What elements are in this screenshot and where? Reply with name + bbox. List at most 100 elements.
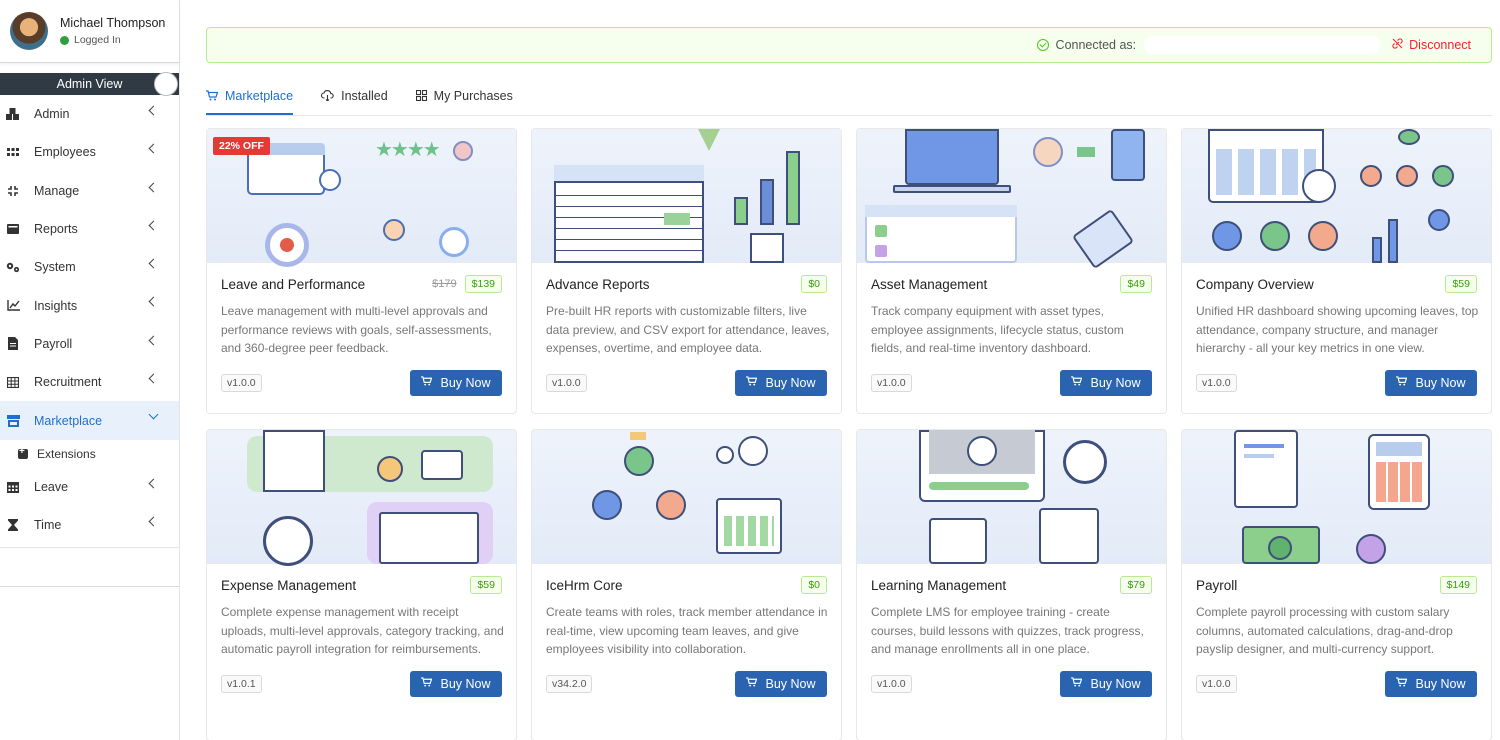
price-badge: $79 xyxy=(1120,576,1152,594)
tab-installed[interactable]: Installed xyxy=(321,81,388,115)
table-icon xyxy=(6,375,20,389)
sidebar-item-system[interactable]: System xyxy=(0,248,179,286)
discount-badge: 22% OFF xyxy=(213,137,270,155)
user-status-text: Logged In xyxy=(74,34,121,46)
check-circle-icon xyxy=(1036,39,1049,51)
sidebar-item-label: Insights xyxy=(34,298,78,313)
extension-card-learning-management: Learning Management $79 Complete LMS for… xyxy=(856,429,1167,740)
card-title: Company Overview xyxy=(1196,277,1314,292)
chevron-left-icon xyxy=(148,478,159,489)
sidebar-item-insights[interactable]: Insights xyxy=(0,286,179,324)
card-title: Learning Management xyxy=(871,578,1007,593)
sidebar-footer xyxy=(0,547,180,587)
buy-now-button[interactable]: Buy Now xyxy=(1385,670,1477,697)
chevron-left-icon xyxy=(148,297,159,307)
cogs-icon xyxy=(6,260,20,274)
card-title: IceHrm Core xyxy=(546,578,623,593)
tab-label: Marketplace xyxy=(225,89,294,103)
buy-now-button[interactable]: Buy Now xyxy=(1060,670,1152,697)
user-name: Michael Thompson xyxy=(60,16,166,30)
buy-label: Buy Now xyxy=(765,375,816,390)
hourglass-icon xyxy=(6,518,20,532)
cart-icon xyxy=(1396,677,1408,690)
chevron-left-icon xyxy=(148,105,159,116)
buy-label: Buy Now xyxy=(440,676,491,691)
version-tag: v1.0.0 xyxy=(1196,674,1237,693)
cubes-icon xyxy=(6,107,20,121)
sidebar-item-time[interactable]: Time xyxy=(0,506,179,544)
version-tag: v1.0.0 xyxy=(871,373,912,392)
sidebar-item-label: Payroll xyxy=(34,336,73,351)
card-illustration xyxy=(857,430,1166,564)
tab-my-purchases[interactable]: My Purchases xyxy=(415,81,513,115)
sidebar-item-admin[interactable]: Admin xyxy=(0,95,179,133)
sidebar-item-reports[interactable]: Reports xyxy=(0,210,179,248)
price-badge: $49 xyxy=(1120,275,1152,293)
price: $59 xyxy=(470,576,502,594)
sidebar-item-label: Leave xyxy=(34,479,69,494)
version-tag: v1.0.0 xyxy=(546,373,587,392)
buy-now-button[interactable]: Buy Now xyxy=(410,670,502,697)
chevron-left-icon xyxy=(148,143,159,154)
sidebar-subitem-extensions[interactable]: Extensions xyxy=(0,440,179,468)
sidebar-item-manage[interactable]: Manage xyxy=(0,172,179,210)
price: $0 xyxy=(801,275,827,293)
card-illustration xyxy=(857,129,1166,270)
disconnect-link[interactable]: Disconnect xyxy=(1392,38,1471,52)
buy-now-button[interactable]: Buy Now xyxy=(1385,369,1477,396)
sidebar-item-label: System xyxy=(34,260,76,275)
unlink-icon xyxy=(1392,38,1403,52)
nav-menu: Admin Employees Manage Reports System In… xyxy=(0,95,179,544)
line-chart-icon xyxy=(6,299,20,313)
sidebar-item-marketplace[interactable]: Marketplace xyxy=(0,401,179,440)
version-tag: v1.0.1 xyxy=(221,674,262,693)
tab-bar: Marketplace Installed My Purchases xyxy=(206,81,1492,116)
wallet-icon xyxy=(6,222,20,236)
card-description: Create teams with roles, track member at… xyxy=(546,605,828,656)
sidebar-item-label: Employees xyxy=(34,145,96,160)
sidebar-item-employees[interactable]: Employees xyxy=(0,133,179,171)
buy-now-button[interactable]: Buy Now xyxy=(410,369,502,396)
buy-label: Buy Now xyxy=(1090,676,1141,691)
card-description: Complete LMS for employee training - cre… xyxy=(871,605,1144,656)
price-badge: $0 xyxy=(801,275,827,293)
card-title: Expense Management xyxy=(221,578,357,593)
admin-view-label: Admin View xyxy=(56,77,123,91)
price-badge: $139 xyxy=(464,275,502,293)
cart-icon xyxy=(746,376,758,389)
version-tag: v1.0.0 xyxy=(221,373,262,392)
sidebar-item-recruitment[interactable]: Recruitment xyxy=(0,363,179,401)
card-description: Track company equipment with asset types… xyxy=(871,304,1124,355)
tab-marketplace[interactable]: Marketplace xyxy=(206,81,294,115)
cart-icon xyxy=(1396,376,1408,389)
buy-label: Buy Now xyxy=(1415,375,1466,390)
avatar xyxy=(10,12,48,50)
cart-icon xyxy=(1071,677,1083,690)
price: $0 xyxy=(801,576,827,594)
chevron-left-icon xyxy=(148,335,159,346)
connection-bar: Connected as: Disconnect xyxy=(206,27,1492,63)
main-content: Connected as: Disconnect Marketplace Ins… xyxy=(206,0,1492,740)
buy-now-button[interactable]: Buy Now xyxy=(735,670,827,697)
buy-now-button[interactable]: Buy Now xyxy=(1060,369,1152,396)
admin-view-toggle[interactable]: Admin View xyxy=(0,72,179,96)
card-description: Unified HR dashboard showing upcoming le… xyxy=(1196,304,1479,355)
card-description: Pre-built HR reports with customizable f… xyxy=(546,304,830,355)
sidebar-subitem-label: Extensions xyxy=(37,446,96,461)
grid-dots-icon xyxy=(6,145,20,159)
toggle-knob[interactable] xyxy=(154,72,178,96)
price: $59 xyxy=(1445,275,1477,293)
card-illustration xyxy=(532,129,841,263)
cloud-download-icon xyxy=(321,90,334,104)
connected-label: Connected as: xyxy=(1055,38,1137,52)
tab-label: Installed xyxy=(341,89,388,103)
user-panel[interactable]: Michael Thompson Logged In xyxy=(0,0,179,63)
cart-icon xyxy=(746,677,758,690)
version-tag: v1.0.0 xyxy=(871,674,912,693)
sidebar-item-payroll[interactable]: Payroll xyxy=(0,325,179,363)
plus-square-icon xyxy=(18,446,28,459)
buy-now-button[interactable]: Buy Now xyxy=(735,369,827,396)
price: $179 $139 xyxy=(432,275,502,293)
extension-card-company-overview: Company Overview $59 Unified HR dashboar… xyxy=(1181,128,1492,414)
sidebar-item-leave[interactable]: Leave xyxy=(0,468,179,506)
